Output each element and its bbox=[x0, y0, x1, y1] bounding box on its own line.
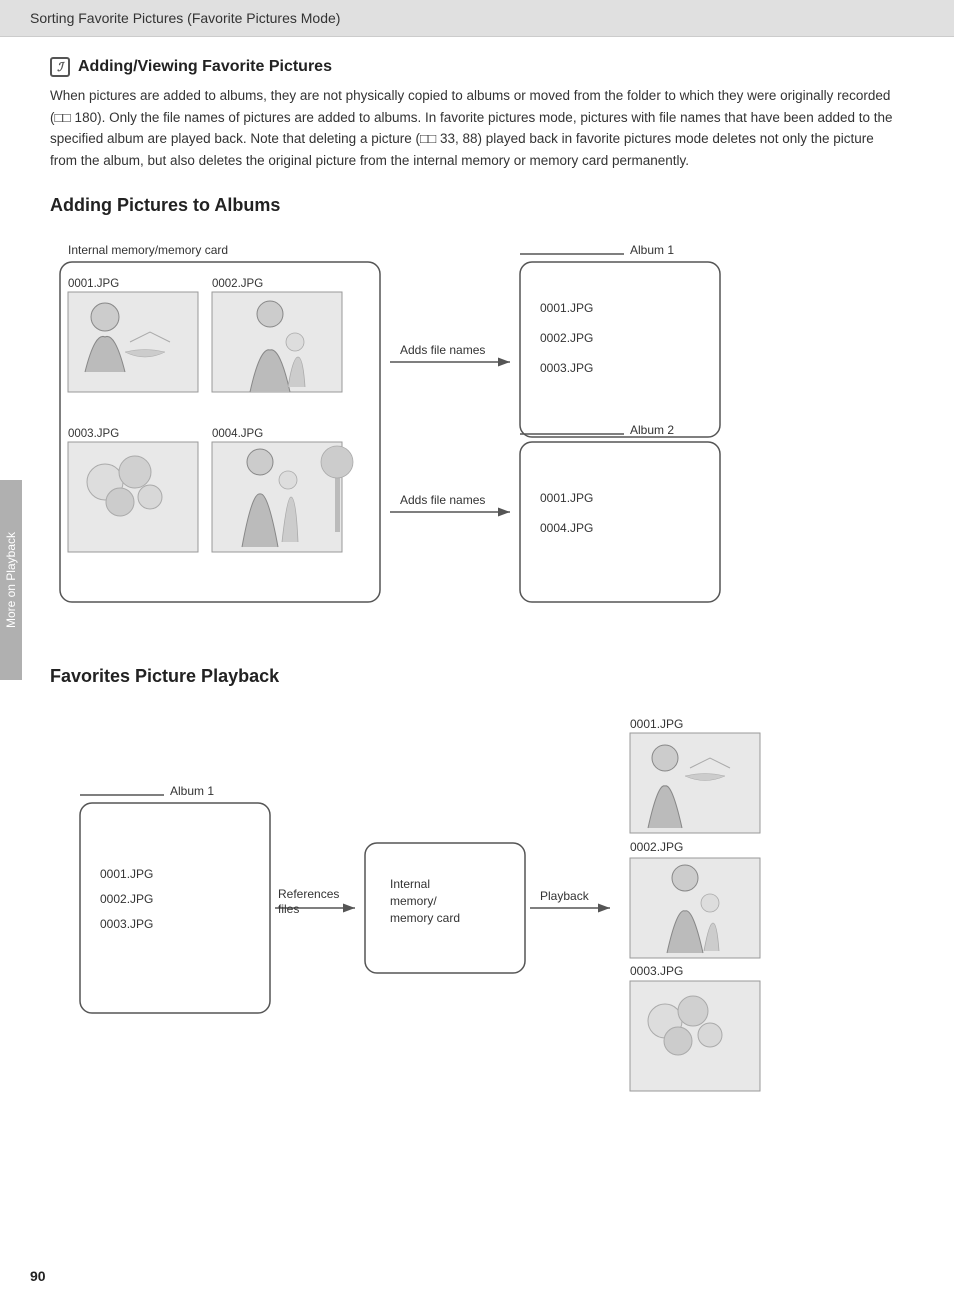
note-body: When pictures are added to albums, they … bbox=[50, 85, 904, 171]
svg-text:Adds file names: Adds file names bbox=[400, 493, 485, 507]
svg-text:0002.JPG: 0002.JPG bbox=[540, 331, 593, 345]
note-heading: Adding/Viewing Favorite Pictures bbox=[78, 58, 332, 76]
svg-text:memory/: memory/ bbox=[390, 894, 437, 908]
svg-text:Playback: Playback bbox=[540, 889, 590, 903]
svg-text:memory card: memory card bbox=[390, 911, 460, 925]
section2-heading: Favorites Picture Playback bbox=[50, 666, 904, 687]
svg-text:0003.JPG: 0003.JPG bbox=[68, 428, 119, 440]
svg-text:0001.JPG: 0001.JPG bbox=[100, 867, 153, 881]
side-tab-text: More on Playback bbox=[4, 532, 18, 628]
note-title: ℐ Adding/Viewing Favorite Pictures bbox=[50, 57, 904, 77]
section1-heading: Adding Pictures to Albums bbox=[50, 195, 904, 216]
svg-text:0003.JPG: 0003.JPG bbox=[540, 361, 593, 375]
svg-text:Album 1: Album 1 bbox=[630, 243, 674, 257]
svg-text:Internal memory/memory card: Internal memory/memory card bbox=[68, 243, 228, 257]
page-number: 90 bbox=[30, 1268, 46, 1284]
svg-text:Internal: Internal bbox=[390, 877, 430, 891]
svg-text:0003.JPG: 0003.JPG bbox=[630, 964, 683, 978]
svg-text:files: files bbox=[278, 902, 299, 916]
svg-text:0001.JPG: 0001.JPG bbox=[630, 717, 683, 731]
note-icon: ℐ bbox=[50, 57, 70, 77]
diagram1: Internal memory/memory card 0001.JPG 000… bbox=[50, 232, 910, 642]
header-title: Sorting Favorite Pictures (Favorite Pict… bbox=[30, 10, 340, 26]
svg-text:Album 1: Album 1 bbox=[170, 784, 214, 798]
svg-text:Adds file names: Adds file names bbox=[400, 343, 485, 357]
note-section: ℐ Adding/Viewing Favorite Pictures When … bbox=[50, 57, 904, 171]
svg-text:0004.JPG: 0004.JPG bbox=[540, 521, 593, 535]
svg-text:0002.JPG: 0002.JPG bbox=[630, 840, 683, 854]
main-content: ℐ Adding/Viewing Favorite Pictures When … bbox=[0, 37, 954, 1183]
svg-text:0004.JPG: 0004.JPG bbox=[212, 428, 263, 440]
side-tab: More on Playback bbox=[0, 480, 22, 680]
svg-text:0002.JPG: 0002.JPG bbox=[212, 278, 263, 290]
svg-text:Album 2: Album 2 bbox=[630, 423, 674, 437]
header-bar: Sorting Favorite Pictures (Favorite Pict… bbox=[0, 0, 954, 37]
svg-text:0001.JPG: 0001.JPG bbox=[540, 491, 593, 505]
svg-text:0001.JPG: 0001.JPG bbox=[68, 278, 119, 290]
svg-text:References: References bbox=[278, 887, 339, 901]
svg-text:0001.JPG: 0001.JPG bbox=[540, 301, 593, 315]
svg-text:0003.JPG: 0003.JPG bbox=[100, 917, 153, 931]
svg-text:0002.JPG: 0002.JPG bbox=[100, 892, 153, 906]
diagram2: Album 1 0001.JPG 0002.JPG 0003.JPG Refer… bbox=[50, 703, 910, 1123]
